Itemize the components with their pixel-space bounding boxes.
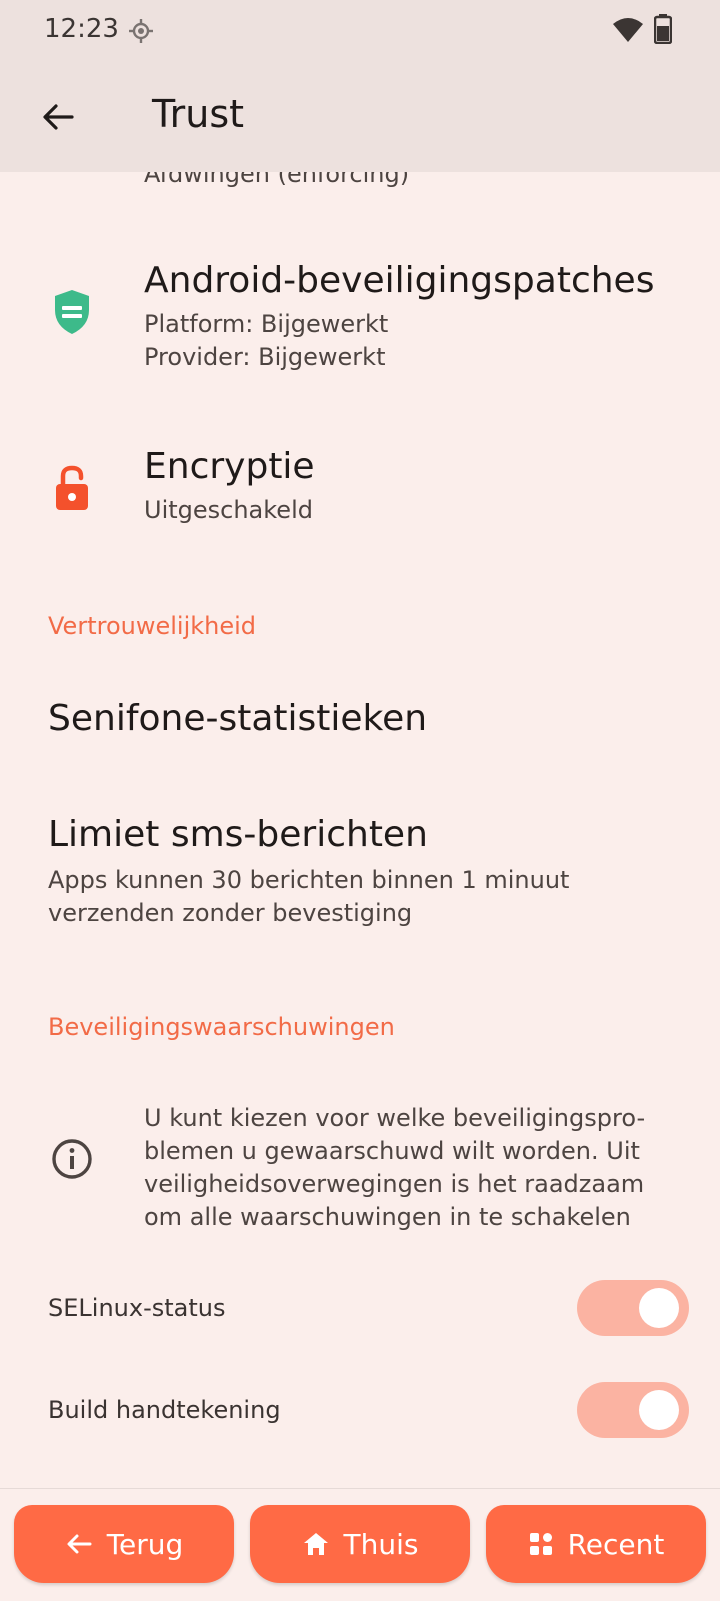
app-bar: Trust <box>0 62 720 172</box>
home-icon <box>303 1533 328 1555</box>
page-title: Trust <box>152 92 245 136</box>
back-button[interactable] <box>30 89 86 145</box>
sms-limit-item[interactable]: Limiet sms-berichten Apps kunnen 30 beri… <box>0 792 720 932</box>
encryption-item[interactable]: Encryptie Uitgeschakeld <box>0 430 720 550</box>
info-line-1: U kunt kiezen voor welke beveiligingspro… <box>144 1104 646 1132</box>
info-line-4: om alle waarschuwingen in te schakelen <box>144 1203 631 1231</box>
senifone-stats-item[interactable]: Senifone-statistieken <box>0 672 720 772</box>
encryption-title: Encryptie <box>144 446 315 487</box>
sms-limit-desc-line1: Apps kunnen 30 berichten binnen 1 minuut <box>48 866 570 894</box>
senifone-stats-title: Senifone-statistieken <box>48 698 428 739</box>
security-patches-item[interactable]: Android-beveiligingspatches Platform: Bi… <box>0 242 720 392</box>
nav-recent-label: Recent <box>567 1527 665 1561</box>
nav-home-button[interactable]: Thuis <box>250 1505 470 1583</box>
wifi-icon <box>613 18 643 42</box>
switch-knob <box>639 1390 679 1430</box>
nav-home-label: Thuis <box>343 1527 419 1561</box>
nav-back-button[interactable]: Terug <box>14 1505 234 1583</box>
settings-list[interactable]: Afdwingen (enforcing) Android-beveiligin… <box>0 172 720 1488</box>
location-icon <box>129 19 153 43</box>
apps-icon <box>529 1533 552 1555</box>
nav-back-label: Terug <box>106 1527 184 1561</box>
encryption-status: Uitgeschakeld <box>144 496 313 524</box>
build-signature-label: Build handtekening <box>48 1396 281 1424</box>
selinux-status-label: SELinux-status <box>48 1294 226 1322</box>
patches-provider-status: Provider: Bijgewerkt <box>144 343 386 371</box>
build-signature-row[interactable]: Build handtekening <box>0 1366 720 1456</box>
nav-recent-button[interactable]: Recent <box>486 1505 706 1583</box>
warnings-info-text: U kunt kiezen voor welke beveiligingspro… <box>144 1102 684 1234</box>
arrow-left-icon <box>67 1534 92 1554</box>
status-time: 12:23 <box>44 14 119 44</box>
status-bar: 12:23 <box>0 0 720 62</box>
bottom-nav-bar: Terug Thuis Recent <box>0 1488 720 1601</box>
security-patches-title: Android-beveiligingspatches <box>144 260 655 301</box>
build-signature-switch[interactable] <box>577 1382 689 1438</box>
switch-knob <box>639 1288 679 1328</box>
selinux-status-row[interactable]: SELinux-status <box>0 1264 720 1354</box>
selinux-status-switch[interactable] <box>577 1280 689 1336</box>
selinux-subtitle: Afdwingen (enforcing) <box>144 172 410 188</box>
privacy-section-header: Vertrouwelijkheid <box>48 612 257 640</box>
arrow-left-icon <box>43 104 74 130</box>
sms-limit-title: Limiet sms-berichten <box>48 814 428 855</box>
lock-open-icon <box>48 464 96 512</box>
battery-icon <box>654 14 672 44</box>
sms-limit-desc-line2: verzenden zonder bevestiging <box>48 899 413 927</box>
patches-platform-status: Platform: Bijgewerkt <box>144 310 389 338</box>
info-icon <box>48 1135 96 1183</box>
shield-icon <box>48 288 96 336</box>
info-line-3: veiligheidsoverwegingen is het raadzaam <box>144 1170 645 1198</box>
warnings-section-header: Beveiligingswaarschuwingen <box>48 1013 395 1041</box>
info-line-2: blemen u gewaarschuwd wilt worden. Uit <box>144 1137 640 1165</box>
